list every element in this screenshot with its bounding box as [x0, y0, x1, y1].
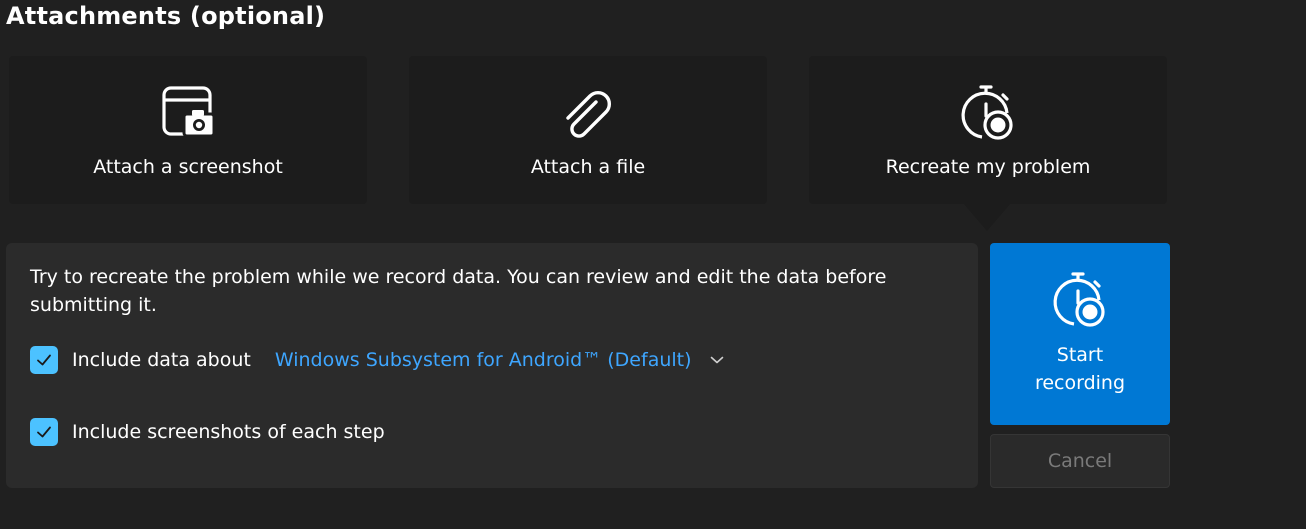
selected-tile-pointer — [963, 203, 1011, 231]
panel-description: Try to recreate the problem while we rec… — [30, 266, 887, 316]
include-screenshots-label: Include screenshots of each step — [72, 421, 385, 443]
attach-file-label: Attach a file — [530, 156, 646, 178]
attach-file-button[interactable]: Attach a file — [409, 56, 767, 204]
recreate-problem-label: Recreate my problem — [885, 156, 1091, 178]
stopwatch-record-icon — [1048, 267, 1112, 331]
recreate-problem-button[interactable]: Recreate my problem — [809, 56, 1167, 204]
checkmark-icon — [37, 354, 51, 366]
attachments-page: Attachments (optional) Attach a screensh… — [0, 0, 1306, 529]
recording-panel: Try to recreate the problem while we rec… — [6, 243, 978, 488]
section-title: Attachments (optional) — [6, 2, 326, 30]
include-data-checkbox[interactable] — [30, 346, 58, 374]
include-screenshots-checkbox[interactable] — [30, 418, 58, 446]
app-select-dropdown[interactable]: Windows Subsystem for Android™ (Default) — [275, 349, 724, 371]
chevron-down-icon — [710, 355, 724, 365]
app-select-value: Windows Subsystem for Android™ (Default) — [274, 349, 692, 371]
stopwatch-record-icon — [956, 80, 1020, 144]
attach-screenshot-button[interactable]: Attach a screenshot — [9, 56, 367, 204]
checkmark-icon — [37, 426, 51, 438]
start-recording-label: Start recording — [1034, 344, 1126, 394]
paperclip-icon — [556, 80, 620, 144]
attach-screenshot-label: Attach a screenshot — [93, 156, 283, 178]
include-data-label: Include data about — [72, 349, 251, 371]
include-screenshots-row: Include screenshots of each step — [30, 418, 385, 446]
screenshot-camera-icon — [156, 80, 220, 144]
include-data-row: Include data about Windows Subsystem for… — [30, 346, 724, 374]
cancel-button[interactable]: Cancel — [990, 434, 1170, 488]
start-recording-button[interactable]: Start recording — [990, 243, 1170, 425]
